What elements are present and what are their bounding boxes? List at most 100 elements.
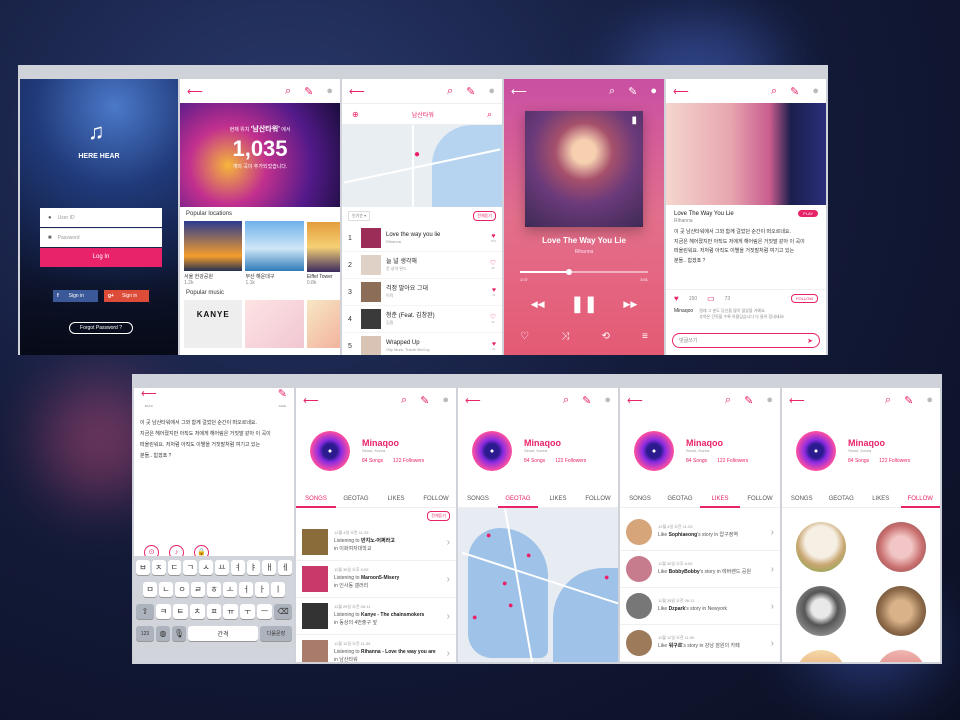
key[interactable]: ㅛ <box>214 560 229 575</box>
tab-songs[interactable]: SONGS <box>458 490 498 508</box>
user-id-field[interactable]: ● User ID <box>40 208 162 227</box>
like-feed-item[interactable]: 11월 29일 오전 06:11 Like Dzpark's story in N… <box>620 588 780 625</box>
shuffle-icon[interactable]: ⤨ <box>561 331 569 342</box>
search-icon[interactable]: ⌕ <box>487 109 492 120</box>
location-search-bar[interactable]: ⊕ 남산타워 ⌕ <box>342 103 502 125</box>
follower-avatar[interactable] <box>796 650 846 662</box>
key[interactable]: ㅌ <box>172 604 188 619</box>
location-card[interactable]: Eiffel Tower 0.8k <box>306 221 340 286</box>
song-count[interactable]: 84 Songs <box>524 458 545 464</box>
tab-geotag[interactable]: GEOTAG <box>336 490 376 508</box>
search-icon[interactable]: ⌕ <box>447 85 453 98</box>
tab-follow[interactable]: FOLLOW <box>578 490 618 508</box>
comment-input[interactable]: 댓글쓰기 ➤ <box>672 333 820 348</box>
tab-geotag[interactable]: GEOTAG <box>822 490 862 508</box>
map-pin-icon[interactable]: ● <box>508 600 513 610</box>
follower-count[interactable]: 122 Followers <box>879 458 910 464</box>
map-pin-icon[interactable]: ● <box>502 578 507 588</box>
map-pin-icon[interactable]: ● <box>604 572 609 582</box>
google-signin-button[interactable]: g+ Sign in <box>104 290 149 302</box>
profile-avatar[interactable] <box>796 431 836 471</box>
forgot-password-button[interactable]: Forgot Password ? <box>69 322 133 334</box>
user-icon[interactable]: ● <box>650 85 657 97</box>
login-button[interactable]: Log In <box>40 248 162 267</box>
next-sentence-key[interactable]: 다음문장 <box>260 626 292 641</box>
search-icon[interactable]: ⌕ <box>725 394 731 407</box>
key[interactable]: ㅏ <box>255 582 269 597</box>
location-card[interactable]: 서울 한강공원 1.2k <box>184 221 243 286</box>
backspace-key[interactable]: ⌫ <box>274 604 292 619</box>
back-arrow-icon[interactable]: ⟵ <box>465 394 481 407</box>
back-arrow-icon[interactable]: ⟵ <box>187 85 203 98</box>
play-all-button[interactable]: 전체듣기 <box>427 511 450 521</box>
profile-avatar[interactable] <box>472 431 512 471</box>
key[interactable]: ㅍ <box>206 604 222 619</box>
geotag-map[interactable]: ● ● ● ● ● ● <box>458 508 618 662</box>
key[interactable]: ㅂ <box>136 560 150 575</box>
progress-bar[interactable] <box>520 269 648 275</box>
bookmark-icon[interactable]: ▮ <box>631 115 637 126</box>
microphone-key[interactable]: 🎙 <box>172 626 186 641</box>
tab-likes[interactable]: LIKES <box>700 490 740 508</box>
tab-geotag[interactable]: GEOTAG <box>660 490 700 508</box>
user-icon[interactable]: ● <box>488 85 495 97</box>
back-arrow-icon[interactable]: ⟵ <box>511 85 527 98</box>
facebook-signin-button[interactable]: f Sign in <box>53 290 98 302</box>
location-card[interactable]: 부산 해운대구 1.1k <box>245 221 304 286</box>
key[interactable]: ㅊ <box>189 604 205 619</box>
follower-avatar[interactable] <box>876 586 926 636</box>
search-icon[interactable]: ⌕ <box>771 85 777 98</box>
back-arrow-icon[interactable]: ⟵ <box>627 394 643 407</box>
follower-count[interactable]: 122 Followers <box>717 458 748 464</box>
song-feed-item[interactable]: 11월 29일 오전 06:11 Listening to Kanye - The… <box>296 598 456 635</box>
key[interactable]: ㅕ <box>230 560 245 575</box>
like-feed-item[interactable]: 11월 30일 오후 6:05 Like BobbyBobby's story i… <box>620 551 780 588</box>
pencil-icon[interactable]: ✎ <box>904 394 913 407</box>
back-arrow-icon[interactable]: ⟵ <box>789 394 805 407</box>
play-button[interactable]: PLAY <box>798 210 818 217</box>
tab-follow[interactable]: FOLLOW <box>740 490 780 508</box>
profile-avatar[interactable] <box>634 431 674 471</box>
like-feed-item[interactable]: 11월 12일 오전 11:39 Like 워구르's story in 강남 잠… <box>620 625 780 662</box>
key[interactable]: ㅠ <box>223 604 239 619</box>
key[interactable]: ㄹ <box>191 582 205 597</box>
search-icon[interactable]: ⌕ <box>563 394 569 407</box>
tab-follow[interactable]: FOLLOW <box>900 490 940 508</box>
chart-row[interactable]: 1 Love the way you lie Rihanna ♥ 870 <box>342 225 502 252</box>
key[interactable]: ㅓ <box>239 582 253 597</box>
user-icon[interactable]: ● <box>604 394 611 406</box>
key[interactable]: ㅇ <box>175 582 189 597</box>
pencil-icon[interactable]: ✎ <box>278 388 287 400</box>
heart-icon[interactable]: ♥ <box>674 294 679 303</box>
sort-dropdown[interactable]: 인기순 ▾ <box>348 211 371 221</box>
next-icon[interactable]: ▶▶ <box>623 299 637 310</box>
pencil-icon[interactable]: ✎ <box>790 85 799 98</box>
map-pin-icon[interactable]: ● <box>472 612 477 622</box>
key[interactable]: ㅐ <box>262 560 277 575</box>
key[interactable]: ㅁ <box>143 582 157 597</box>
key[interactable]: ㅅ <box>199 560 213 575</box>
map-pin-icon[interactable]: ● <box>526 550 531 560</box>
shift-key[interactable]: ⇧ <box>136 604 154 619</box>
search-icon[interactable]: ⌕ <box>609 85 615 98</box>
chart-row[interactable]: 2 늘 널 생각해 윤 성석 왼드 ♡ 48 <box>342 252 502 279</box>
song-count[interactable]: 84 Songs <box>362 458 383 464</box>
map-pin-icon[interactable]: ● <box>414 149 420 160</box>
password-field[interactable]: ■ Password <box>40 228 162 247</box>
globe-key[interactable]: ◍ <box>156 626 170 641</box>
key[interactable]: ㅈ <box>151 560 166 575</box>
search-icon[interactable]: ⌕ <box>285 85 291 98</box>
heart-icon[interactable]: ♡ <box>520 331 529 342</box>
key[interactable]: ㅔ <box>278 560 292 575</box>
user-icon[interactable]: ● <box>812 85 819 97</box>
music-card[interactable] <box>245 300 304 348</box>
tab-geotag[interactable]: GEOTAG <box>498 490 538 508</box>
pencil-icon[interactable]: ✎ <box>304 85 313 98</box>
repeat-icon[interactable]: ⟲ <box>601 331 609 342</box>
tab-likes[interactable]: LIKES <box>538 490 578 508</box>
map-pin-icon[interactable]: ● <box>486 530 491 540</box>
music-card-kanye[interactable]: KANYE <box>184 300 243 348</box>
comment-icon[interactable]: ▭ <box>707 294 715 303</box>
follower-avatar[interactable] <box>796 522 846 572</box>
song-feed-item[interactable]: 12월 4일 오전 11:25 Listening to 반지노-어쩌라고 in 이… <box>296 524 456 561</box>
